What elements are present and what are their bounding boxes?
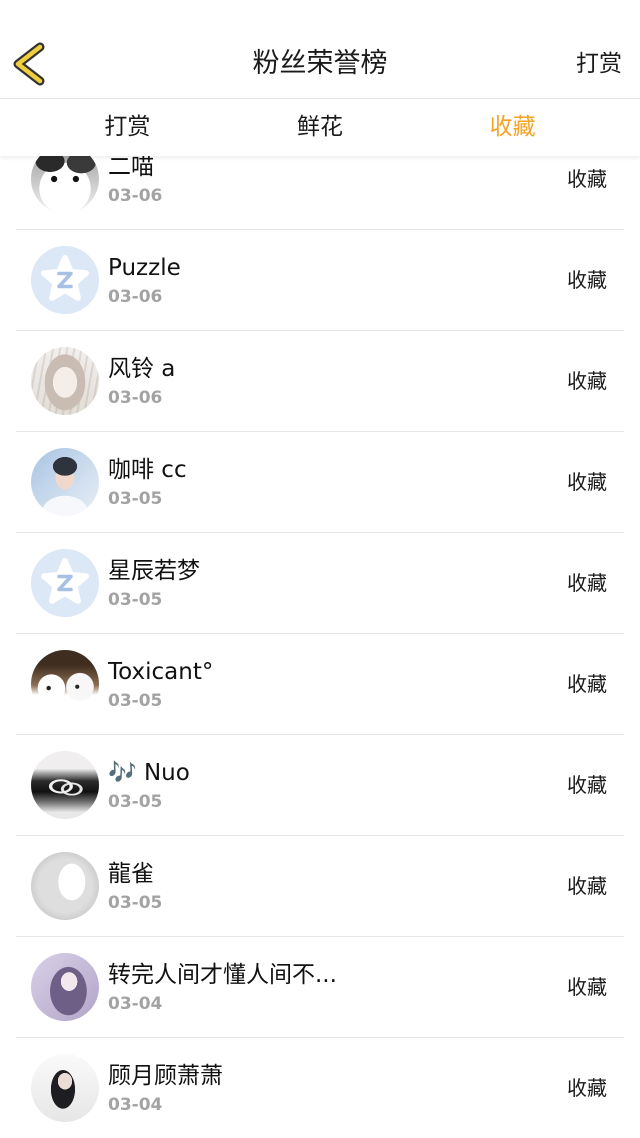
contribution-type: 收藏 — [567, 1076, 607, 1100]
fan-row[interactable]: Toxicant° 03-05 收藏 — [16, 634, 624, 735]
fan-date: 03-06 — [108, 287, 163, 307]
fan-info: 二喵 03-06 — [108, 156, 524, 207]
tab-favorites[interactable]: 收藏 — [416, 99, 609, 156]
contribution-type: 收藏 — [567, 571, 607, 595]
fan-row[interactable]: 风铃 a 03-06 收藏 — [16, 331, 624, 432]
default-star-avatar[interactable] — [31, 246, 99, 314]
fan-date: 03-05 — [108, 893, 163, 913]
fan-name: 风铃 a — [108, 356, 176, 382]
white-dogs-photo-avatar[interactable] — [31, 650, 99, 718]
fan-date: 03-06 — [108, 388, 163, 408]
contribution-type: 收藏 — [567, 167, 607, 191]
fan-name: 二喵 — [108, 156, 154, 180]
contribution-type: 收藏 — [567, 470, 607, 494]
page-title: 粉丝荣誉榜 — [252, 48, 388, 79]
contribution-type: 收藏 — [567, 874, 607, 898]
chevron-left-icon — [13, 42, 45, 86]
top-nav-bar: 粉丝荣誉榜 打赏 — [0, 0, 640, 99]
fan-name: 顾月顾萧萧 — [108, 1063, 223, 1089]
default-star-avatar[interactable] — [31, 549, 99, 617]
fan-name: 咖啡 cc — [108, 457, 187, 483]
fan-info: 龍雀 03-05 — [108, 859, 524, 914]
fan-row[interactable]: 星辰若梦 03-05 收藏 — [16, 533, 624, 634]
fan-date: 03-05 — [108, 691, 163, 711]
fan-info: Toxicant° 03-05 — [108, 657, 524, 712]
fan-row[interactable]: 龍雀 03-05 收藏 — [16, 836, 624, 937]
sketch-girl-avatar[interactable] — [31, 347, 99, 415]
contribution-type: 收藏 — [567, 773, 607, 797]
purple-figure-avatar[interactable] — [31, 953, 99, 1021]
fan-name: 龍雀 — [108, 861, 154, 887]
tab-flowers[interactable]: 鲜花 — [224, 99, 417, 156]
heart-ring-photo-avatar[interactable] — [31, 751, 99, 819]
fan-row[interactable]: Puzzle 03-06 收藏 — [16, 230, 624, 331]
fan-name: 星辰若梦 — [108, 558, 200, 584]
fan-list: 二喵 03-06 收藏 Puzzle 03-06 收藏 风铃 a 03-06 收… — [0, 156, 640, 1138]
fan-list-scroll-area[interactable]: 二喵 03-06 收藏 Puzzle 03-06 收藏 风铃 a 03-06 收… — [0, 156, 640, 1138]
fan-date: 03-04 — [108, 994, 163, 1014]
fan-name: 🎶 Nuo — [108, 760, 190, 786]
fan-date: 03-06 — [108, 186, 163, 206]
fan-info: 🎶 Nuo 03-05 — [108, 758, 524, 813]
fan-name: 转完人间才懂人间不... — [108, 962, 337, 988]
fan-date: 03-04 — [108, 1095, 163, 1115]
fan-info: 转完人间才懂人间不... 03-04 — [108, 960, 524, 1015]
tab-reward[interactable]: 打赏 — [31, 99, 224, 156]
cat-photo-avatar[interactable] — [31, 156, 99, 213]
young-man-photo-avatar[interactable] — [31, 448, 99, 516]
default-avatar-star-icon — [31, 246, 99, 314]
fan-date: 03-05 — [108, 489, 163, 509]
white-figure-avatar[interactable] — [31, 852, 99, 920]
fan-name: Puzzle — [108, 255, 181, 281]
default-avatar-star-icon — [31, 549, 99, 617]
fan-info: 风铃 a 03-06 — [108, 354, 524, 409]
fan-row[interactable]: 咖啡 cc 03-05 收藏 — [16, 432, 624, 533]
fan-date: 03-05 — [108, 792, 163, 812]
fan-name: Toxicant° — [108, 659, 214, 685]
contribution-type: 收藏 — [567, 268, 607, 292]
reward-button[interactable]: 打赏 — [576, 47, 622, 81]
fan-info: 星辰若梦 03-05 — [108, 556, 524, 611]
fan-row[interactable]: 🎶 Nuo 03-05 收藏 — [16, 735, 624, 836]
fan-date: 03-05 — [108, 590, 163, 610]
fan-row[interactable]: 顾月顾萧萧 03-04 收藏 — [16, 1038, 624, 1138]
contribution-type: 收藏 — [567, 369, 607, 393]
fan-info: 顾月顾萧萧 03-04 — [108, 1061, 524, 1116]
ranking-tabs: 打赏 鲜花 收藏 — [0, 99, 640, 156]
dark-hair-figure-avatar[interactable] — [31, 1054, 99, 1122]
contribution-type: 收藏 — [567, 975, 607, 999]
fan-info: Puzzle 03-06 — [108, 253, 524, 308]
fan-row[interactable]: 转完人间才懂人间不... 03-04 收藏 — [16, 937, 624, 1038]
fan-info: 咖啡 cc 03-05 — [108, 455, 524, 510]
back-button[interactable] — [10, 40, 46, 88]
fan-row[interactable]: 二喵 03-06 收藏 — [16, 156, 624, 230]
contribution-type: 收藏 — [567, 672, 607, 696]
